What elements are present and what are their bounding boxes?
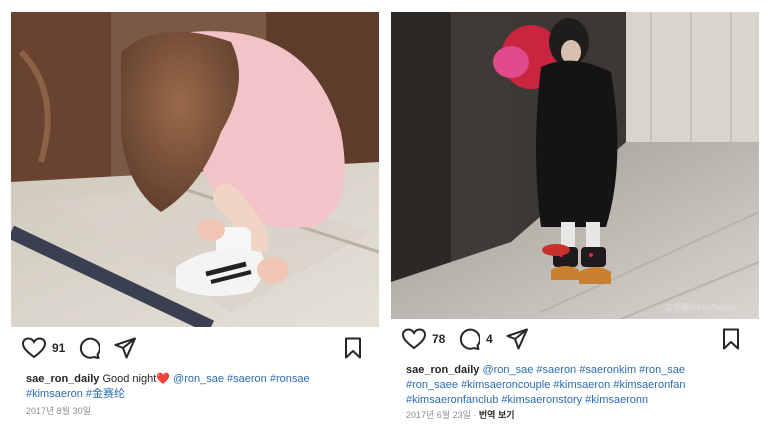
- hashtag[interactable]: #kimsaeronfanclub: [406, 394, 498, 406]
- save-button[interactable]: [344, 337, 362, 359]
- heart-outline-icon: [22, 337, 46, 359]
- action-bar: 78 4: [402, 328, 748, 356]
- like-button[interactable]: 78: [402, 328, 445, 350]
- photo-illustration: [391, 12, 759, 319]
- post-date: 2017년 6월 23일 · 번역 보기: [406, 410, 515, 420]
- translate-link[interactable]: 번역 보기: [479, 410, 515, 420]
- hashtag[interactable]: #ron_saee: [406, 379, 458, 391]
- like-button[interactable]: 91: [22, 337, 65, 359]
- hashtag[interactable]: #saeron: [227, 373, 267, 385]
- hashtag[interactable]: #kimsaeron: [553, 379, 610, 391]
- hashtag[interactable]: #金赛纶: [86, 388, 125, 400]
- post-right: @金赛纶KimSaeron 78 4 sae_ron_daily @ron_sa…: [384, 0, 768, 432]
- comment-count: 4: [486, 332, 493, 346]
- bookmark-icon: [723, 328, 739, 350]
- hashtag[interactable]: #saeron: [536, 364, 576, 376]
- hashtag[interactable]: #ron_sae: [639, 364, 685, 376]
- comment-button[interactable]: 4: [458, 328, 493, 350]
- date-text: 2017년 6월 23일: [406, 410, 471, 420]
- caption-text: Good night: [102, 373, 157, 385]
- comment-button[interactable]: [78, 337, 100, 359]
- hashtag[interactable]: #kimsaeronfan: [613, 379, 685, 391]
- hashtag[interactable]: #ronsae: [270, 373, 310, 385]
- like-count: 78: [432, 332, 446, 346]
- watermark: @金赛纶KimSaeron: [665, 303, 737, 312]
- username[interactable]: sae_ron_daily: [406, 364, 479, 376]
- paper-plane-icon: [506, 328, 528, 350]
- heart-outline-icon: [402, 328, 426, 350]
- caption-emoji: ❤️: [156, 373, 170, 385]
- date-text: 2017년 8월 30일: [26, 406, 91, 416]
- post-photo[interactable]: @金赛纶KimSaeron: [391, 12, 759, 319]
- post-caption: sae_ron_daily Good night❤️ @ron_sae #sae…: [26, 372, 356, 402]
- bookmark-icon: [345, 337, 361, 359]
- post-photo[interactable]: [11, 12, 379, 327]
- hashtag[interactable]: #kimsaeronstory: [501, 394, 582, 406]
- hashtag[interactable]: #kimsaeronn: [585, 394, 648, 406]
- hashtag[interactable]: @ron_sae: [173, 373, 224, 385]
- share-button[interactable]: [506, 328, 528, 350]
- photo-illustration: [11, 12, 379, 327]
- post-date: 2017년 8월 30일: [26, 404, 91, 417]
- comment-bubble-icon: [79, 337, 100, 359]
- like-count: 91: [52, 341, 66, 355]
- comment-bubble-icon: [459, 328, 480, 350]
- post-caption: sae_ron_daily @ron_sae #saeron #saeronki…: [406, 363, 741, 408]
- post-left: 91 sae_ron_daily Good night❤️ @ron_sae #…: [0, 0, 384, 432]
- share-button[interactable]: [114, 337, 136, 359]
- hashtag[interactable]: #kimsaeron: [26, 388, 83, 400]
- save-button[interactable]: [722, 328, 740, 350]
- username[interactable]: sae_ron_daily: [26, 373, 99, 385]
- paper-plane-icon: [114, 337, 136, 359]
- hashtag[interactable]: #saeronkim: [579, 364, 636, 376]
- hashtag[interactable]: @ron_sae: [482, 364, 533, 376]
- hashtag[interactable]: #kimsaeroncouple: [461, 379, 550, 391]
- action-bar: 91: [22, 337, 368, 365]
